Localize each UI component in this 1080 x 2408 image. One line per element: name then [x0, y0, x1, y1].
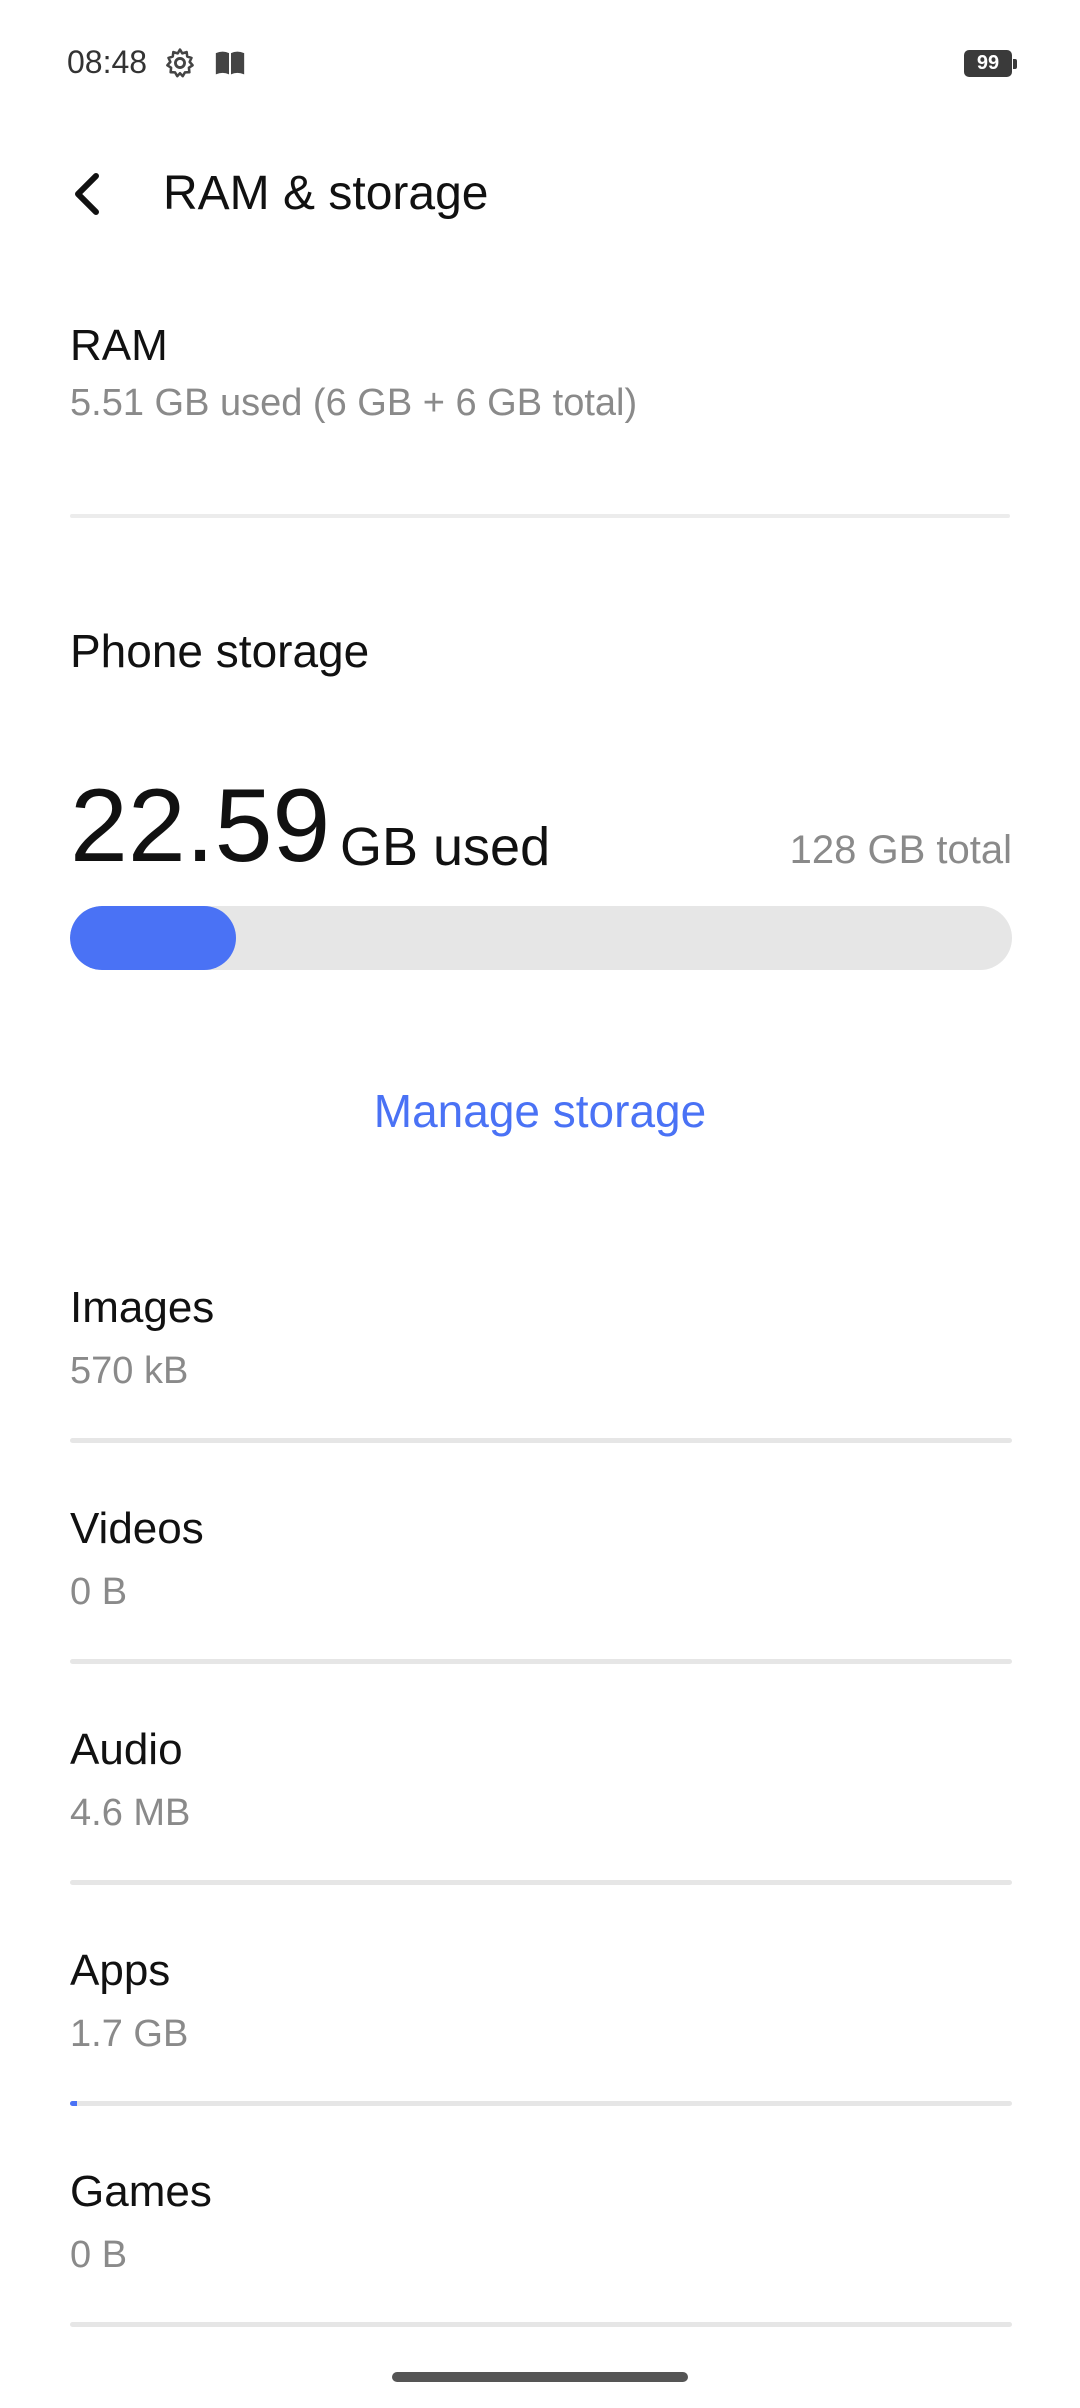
- category-size: 570 kB: [70, 1349, 189, 1392]
- category-usage-fill: [70, 2101, 78, 2106]
- book-icon: [213, 46, 247, 80]
- category-usage-bar: [70, 1659, 1012, 1664]
- total-storage: 128 GB total: [789, 828, 1012, 872]
- gear-icon: [163, 46, 197, 80]
- category-games[interactable]: Games 0 B: [70, 2166, 1012, 2327]
- ram-info: RAM 5.51 GB used (6 GB + 6 GB total): [70, 320, 1010, 426]
- storage-usage-summary: 22.59 GB used 128 GB total: [70, 768, 1012, 878]
- status-time: 08:48: [67, 44, 148, 80]
- category-usage-bar: [70, 2101, 1012, 2106]
- category-name: Images: [70, 1283, 215, 1332]
- category-name: Apps: [70, 1946, 171, 1995]
- home-indicator[interactable]: [392, 2372, 688, 2382]
- phone-storage-label: Phone storage: [70, 625, 370, 677]
- storage-progress-fill: [70, 906, 237, 970]
- category-apps[interactable]: Apps 1.7 GB: [70, 1945, 1012, 2106]
- category-usage-bar: [70, 2322, 1012, 2327]
- ram-title: RAM: [70, 321, 168, 370]
- category-size: 4.6 MB: [70, 1791, 191, 1834]
- used-unit: GB used: [340, 817, 551, 877]
- back-button[interactable]: [60, 162, 116, 226]
- category-size: 0 B: [70, 2233, 128, 2276]
- battery-indicator: 99: [964, 50, 1017, 77]
- storage-progress-bar: [70, 906, 1012, 970]
- category-size: 1.7 GB: [70, 2012, 189, 2055]
- category-name: Games: [70, 2167, 212, 2216]
- category-images[interactable]: Images 570 kB: [70, 1282, 1012, 1443]
- manage-storage-button[interactable]: Manage storage: [290, 1076, 790, 1146]
- battery-level: 99: [976, 52, 1000, 74]
- used-value: 22.59: [70, 768, 331, 884]
- category-audio[interactable]: Audio 4.6 MB: [70, 1724, 1012, 1885]
- category-name: Videos: [70, 1504, 204, 1553]
- divider: [70, 514, 1010, 518]
- category-usage-bar: [70, 1880, 1012, 1885]
- category-videos[interactable]: Videos 0 B: [70, 1503, 1012, 1664]
- category-size: 0 B: [70, 1570, 128, 1613]
- category-name: Audio: [70, 1725, 183, 1774]
- app-header: RAM & storage: [0, 140, 1080, 250]
- status-bar: 08:48 99: [0, 0, 1080, 120]
- chevron-left-icon: [75, 173, 99, 215]
- page-title: RAM & storage: [163, 167, 489, 220]
- category-usage-bar: [70, 1438, 1012, 1443]
- ram-detail: 5.51 GB used (6 GB + 6 GB total): [70, 381, 638, 424]
